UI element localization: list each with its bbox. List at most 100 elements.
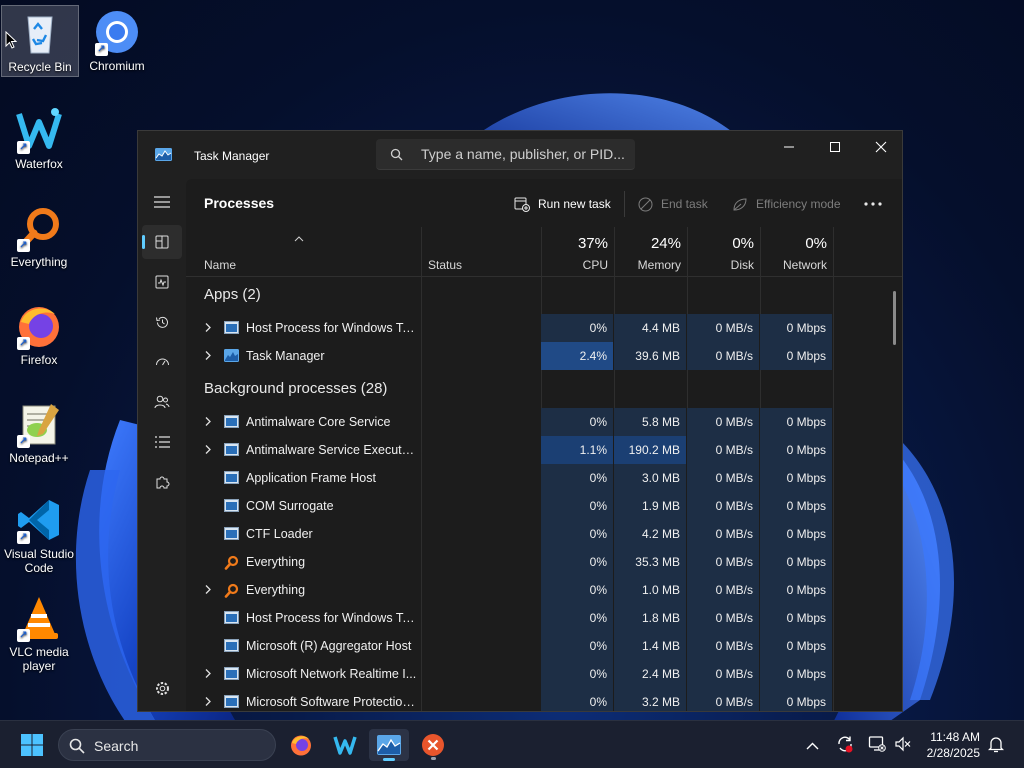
close-button[interactable] [858,131,902,163]
everything-icon: ↗ [15,204,63,252]
desktop-icon-waterfox[interactable]: ↗ Waterfox [0,106,78,171]
task-manager-window[interactable]: Task Manager Type a name, publisher, or … [137,130,903,712]
maximize-button[interactable] [812,131,858,163]
notifications-button[interactable] [987,736,1005,756]
taskbar-search[interactable]: Search [58,729,276,761]
column-name[interactable]: Name [198,227,420,277]
taskbar-waterfox[interactable] [325,729,365,761]
nav-settings[interactable] [142,671,182,705]
expand-chevron-icon[interactable] [204,350,212,364]
more-dots-icon [864,202,882,206]
tray-network-button[interactable] [868,735,886,756]
desktop-icon-vlc[interactable]: ↗ VLC media player [0,594,78,673]
column-disk[interactable]: 0% Disk [687,227,760,277]
nav-processes[interactable] [142,225,182,259]
shortcut-arrow-icon: ↗ [17,435,30,448]
nav-details[interactable] [142,425,182,459]
process-icon [224,667,239,680]
nav-app-history[interactable] [142,305,182,339]
search-box[interactable] [376,139,635,170]
process-icon [224,611,239,624]
memory-total-percent: 24% [650,235,681,252]
expand-chevron-icon[interactable] [204,584,212,598]
network-cell: 0 Mbps [760,464,832,492]
taskbar-app[interactable] [413,729,453,761]
desktop-icon-chromium[interactable]: ↗ Chromium [78,5,156,73]
process-row[interactable]: Microsoft (R) Aggregator Host 0% 1.4 MB 0 M… [186,632,836,660]
search-input[interactable] [421,145,626,163]
desktop-icon-vscode[interactable]: ↗ Visual Studio Code [0,496,78,575]
process-list[interactable]: Apps (2) Host Process for Windows Tasks 0%… [186,278,902,711]
expand-chevron-icon[interactable] [204,444,212,458]
process-row[interactable]: Microsoft Network Realtime I... 0% 2.4 MB 0… [186,660,836,688]
expand-chevron-icon[interactable] [204,668,212,682]
network-disconnected-icon [868,736,886,752]
process-name: Task Manager [246,349,325,363]
column-network[interactable]: 0% Network [760,227,833,277]
efficiency-mode-button[interactable]: Efficiency mode [732,193,841,215]
column-status[interactable]: Status [422,227,540,277]
memory-cell: 5.8 MB [614,408,686,436]
run-new-task-button[interactable]: Run new task [514,193,611,215]
taskbar-task-manager[interactable] [369,729,409,761]
memory-cell: 3.2 MB [614,688,686,711]
processes-panel: Processes Run new task End task Efficien… [186,179,902,711]
process-row[interactable]: Host Process for Windows Tasks 0% 4.4 MB 0 … [186,314,836,342]
more-options-button[interactable] [864,193,882,215]
process-name: CTF Loader [246,527,313,541]
desktop-icon-notepadpp[interactable]: ↗ Notepad++ [0,400,78,465]
expand-chevron-icon[interactable] [204,416,212,430]
taskbar-search-label: Search [94,738,139,754]
desktop-icon-firefox[interactable]: ↗ Firefox [0,302,78,367]
process-row[interactable]: Host Process for Windows Tasks 0% 1.8 MB 0 … [186,604,836,632]
process-row[interactable]: Task Manager 2.4% 39.6 MB 0 MB/s 0 Mbps [186,342,836,370]
process-row[interactable]: Antimalware Core Service 0% 5.8 MB 0 MB/s 0 … [186,408,836,436]
taskbar: Search 11:48 AM 2/28/2025 [0,720,1024,768]
details-list-icon [154,436,170,448]
process-row[interactable]: CTF Loader 0% 4.2 MB 0 MB/s 0 Mbps [186,520,836,548]
nav-performance[interactable] [142,265,182,299]
minimize-button[interactable] [766,131,812,163]
vertical-scrollbar[interactable] [893,291,896,345]
title-bar[interactable]: Task Manager [138,131,902,179]
memory-cell: 4.4 MB [614,314,686,342]
group-header[interactable]: Background processes (28) [204,380,387,397]
nav-services[interactable] [142,465,182,499]
process-row[interactable]: Antimalware Service Executable 1.1% 190.2 … [186,436,836,464]
group-header[interactable]: Apps (2) [204,286,261,303]
process-row[interactable]: Application Frame Host 0% 3.0 MB 0 MB/s 0 Mb… [186,464,836,492]
settings-gear-icon [155,681,169,695]
column-memory[interactable]: 24% Memory [614,227,687,277]
start-button[interactable] [12,729,52,761]
process-row[interactable]: Everything 0% 35.3 MB 0 MB/s 0 Mbps [186,548,836,576]
clock-time: 11:48 AM [930,730,980,744]
process-name: COM Surrogate [246,499,334,513]
expand-chevron-icon[interactable] [204,696,212,710]
end-task-label: End task [661,197,708,211]
memory-cell: 39.6 MB [614,342,686,370]
hamburger-menu-button[interactable] [142,185,182,219]
column-disk-label: Disk [730,258,754,272]
process-row[interactable]: Everything 0% 1.0 MB 0 MB/s 0 Mbps [186,576,836,604]
expand-chevron-icon[interactable] [204,322,212,336]
tray-volume-button[interactable] [895,736,911,755]
process-row[interactable]: COM Surrogate 0% 1.9 MB 0 MB/s 0 Mbps [186,492,836,520]
tray-sync-button[interactable] [836,735,854,756]
show-hidden-icons-button[interactable] [806,739,819,753]
cpu-cell: 0% [541,464,613,492]
nav-users[interactable] [142,385,182,419]
taskbar-firefox[interactable] [281,729,321,761]
system-clock[interactable]: 11:48 AM 2/28/2025 [927,729,980,761]
network-cell: 0 Mbps [760,492,832,520]
process-name: Host Process for Windows Tasks [246,321,418,335]
end-task-button[interactable]: End task [638,193,708,215]
disk-cell: 0 MB/s [687,660,759,688]
process-row[interactable]: Microsoft Software Protection... 0% 3.2 MB… [186,688,836,711]
process-name: Antimalware Core Service [246,415,391,429]
waterfox-icon [333,736,357,755]
desktop-icon-everything[interactable]: ↗ Everything [0,204,78,269]
nav-startup-apps[interactable] [142,345,182,379]
disk-total-percent: 0% [732,235,754,252]
process-name: Antimalware Service Executable [246,443,418,457]
column-cpu[interactable]: 37% CPU [541,227,614,277]
